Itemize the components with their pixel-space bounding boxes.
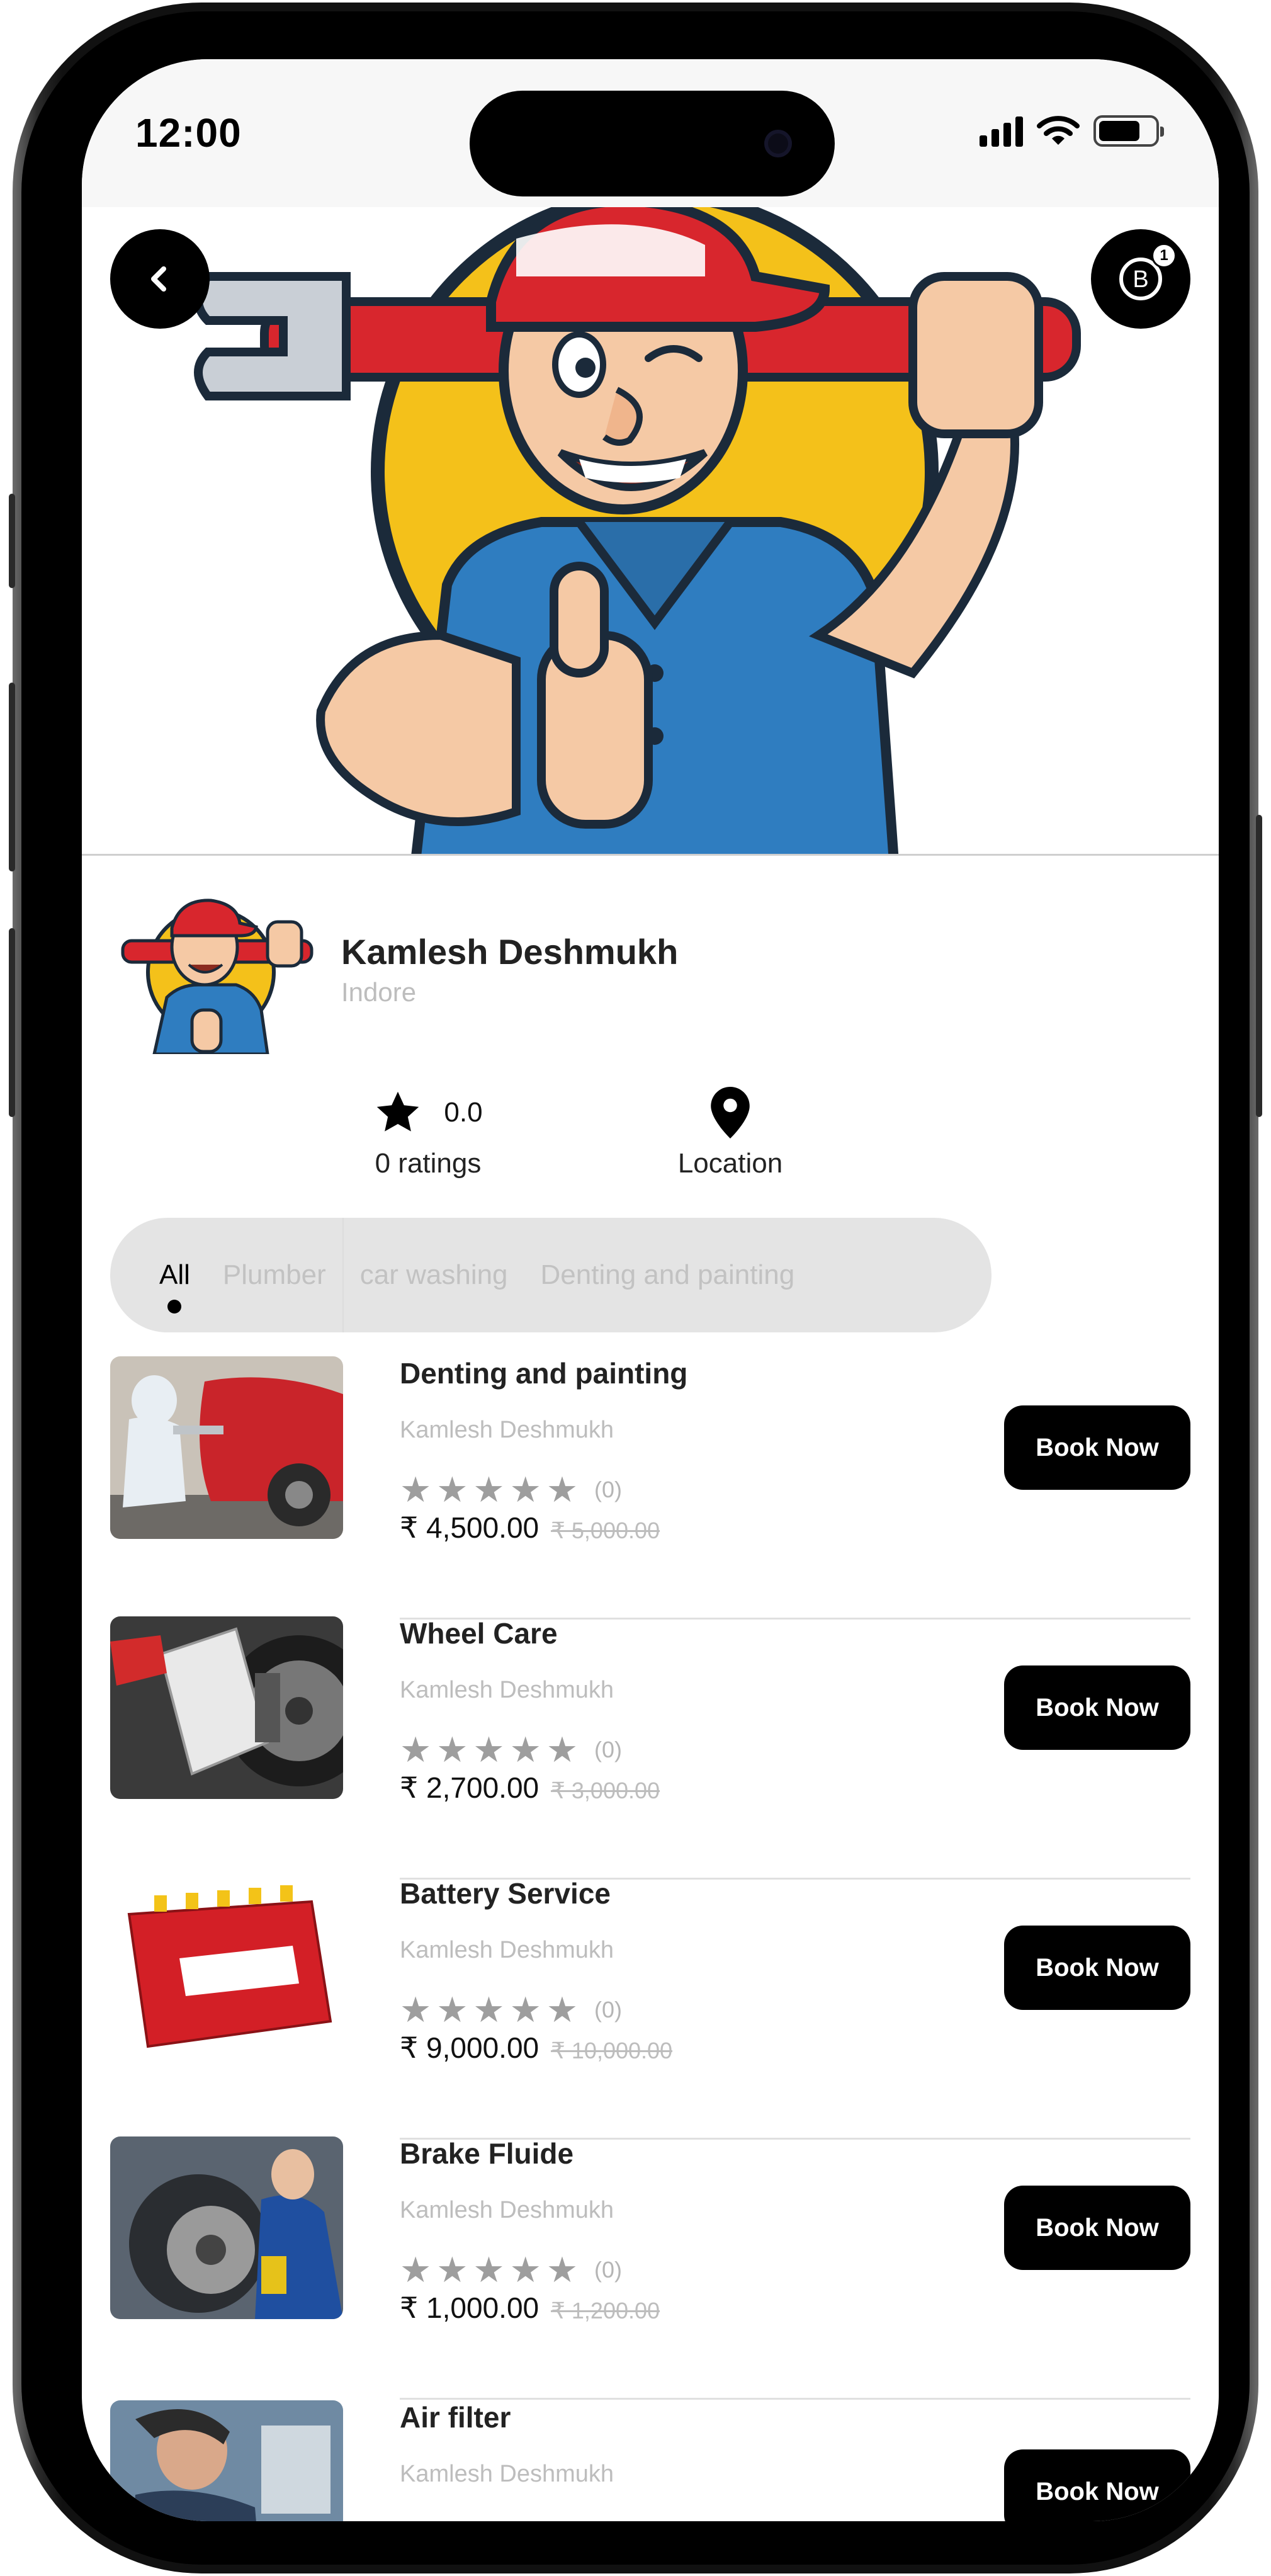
ratings-count-label: 0 ratings xyxy=(375,1148,482,1179)
service-item[interactable]: Battery Service Kamlesh Deshmukh ★ ★ ★ ★ ★ (… xyxy=(110,1876,1190,2140)
cellular-signal-icon xyxy=(980,115,1023,147)
phone-frame: 12:00 B 1 Kamlesh Deshmukh Indore 0.0 0 … xyxy=(9,3,1262,2573)
tab-denting-and-painting[interactable]: Denting and painting xyxy=(524,1259,811,1291)
book-now-button[interactable]: Book Now xyxy=(1004,2186,1190,2270)
chevron-left-icon xyxy=(151,266,166,292)
star-icon: ★ xyxy=(436,1730,468,1769)
rating-count: (0) xyxy=(594,2257,623,2283)
star-icon: ★ xyxy=(473,2250,505,2289)
wheel-alignment-image xyxy=(110,1616,343,1799)
provider-city: Indore xyxy=(341,977,417,1007)
star-icon: ★ xyxy=(436,1990,468,2029)
provider-name: Kamlesh Deshmukh xyxy=(341,932,679,972)
volume-up-button xyxy=(9,683,15,871)
book-now-button[interactable]: Book Now xyxy=(1004,1665,1190,1750)
service-title: Wheel Care xyxy=(400,1617,558,1650)
status-icons xyxy=(980,115,1164,147)
star-icon: ★ xyxy=(436,2250,468,2289)
service-title: Air filter xyxy=(400,2401,511,2434)
service-price: ₹ 9,000.00 xyxy=(400,2031,539,2064)
star-icon xyxy=(377,1091,419,1132)
service-price: ₹ 4,500.00 xyxy=(400,1511,539,1544)
app-screen: 12:00 B 1 Kamlesh Deshmukh Indore 0.0 0 … xyxy=(82,59,1219,2521)
star-icon: ★ xyxy=(473,1470,505,1509)
rating-count: (0) xyxy=(594,1477,623,1502)
svg-text:B: B xyxy=(1133,266,1148,293)
rating-count: (0) xyxy=(594,1997,623,2023)
star-icon: ★ xyxy=(546,2250,579,2289)
star-icon: ★ xyxy=(400,1990,432,2029)
tab-all[interactable]: All xyxy=(143,1259,206,1314)
star-icon: ★ xyxy=(400,1730,432,1769)
book-now-button[interactable]: Book Now xyxy=(1004,1405,1190,1490)
brake-service-image xyxy=(110,2136,343,2319)
battery-image xyxy=(110,1876,343,2059)
service-provider: Kamlesh Deshmukh xyxy=(400,1937,614,1963)
car-painting-image xyxy=(110,1356,343,1539)
service-item[interactable]: Wheel Care Kamlesh Deshmukh ★ ★ ★ ★ ★ (0) ₹ … xyxy=(110,1616,1190,1880)
location-stat[interactable]: Location xyxy=(617,1082,844,1179)
provider-avatar xyxy=(121,899,314,1054)
star-rating: ★ ★ ★ ★ ★ (0) xyxy=(400,1472,622,1507)
star-icon: ★ xyxy=(400,2250,432,2289)
hero-banner: B 1 xyxy=(82,207,1219,856)
service-original-price: ₹ 3,000.00 xyxy=(551,1778,660,1803)
star-icon: ★ xyxy=(546,1730,579,1769)
star-rating: ★ ★ ★ ★ ★ (0) xyxy=(400,1732,622,1767)
service-original-price: ₹ 1,200.00 xyxy=(551,2298,660,2324)
tab-car-washing[interactable]: car washing xyxy=(344,1259,524,1291)
tab-plumber[interactable]: Plumber xyxy=(206,1259,342,1291)
location-label: Location xyxy=(677,1148,783,1179)
service-provider: Kamlesh Deshmukh xyxy=(400,1417,614,1443)
wifi-icon xyxy=(1037,116,1080,145)
star-icon: ★ xyxy=(546,1990,579,2029)
service-title: Brake Fluide xyxy=(400,2137,574,2170)
book-now-button[interactable]: Book Now xyxy=(1004,1926,1190,2010)
star-icon: ★ xyxy=(473,1730,505,1769)
star-icon: ★ xyxy=(400,1470,432,1509)
rating-count: (0) xyxy=(594,1737,623,1762)
power-button xyxy=(1256,815,1262,1117)
star-icon: ★ xyxy=(546,1470,579,1509)
divider xyxy=(400,2398,1190,2400)
bookings-button[interactable]: B 1 xyxy=(1091,229,1190,329)
service-provider: Kamlesh Deshmukh xyxy=(400,2197,614,2223)
service-provider: Kamlesh Deshmukh xyxy=(400,1677,614,1703)
star-icon: ★ xyxy=(473,1990,505,2029)
action-button xyxy=(9,494,15,588)
service-price: ₹ 2,700.00 xyxy=(400,1771,539,1804)
category-tabs: All Plumber car washing Denting and pain… xyxy=(110,1218,991,1332)
star-icon: ★ xyxy=(509,1470,541,1509)
battery-icon xyxy=(1093,115,1164,147)
dynamic-island xyxy=(470,91,835,196)
rating-value: 0.0 xyxy=(444,1097,483,1128)
rating-stat[interactable]: 0.0 0 ratings xyxy=(324,1082,532,1179)
service-item[interactable]: Air filter Kamlesh Deshmukh Book Now xyxy=(110,2400,1190,2521)
volume-down-button xyxy=(9,928,15,1117)
location-pin-icon xyxy=(711,1087,750,1138)
star-icon: ★ xyxy=(509,1990,541,2029)
service-price: ₹ 1,000.00 xyxy=(400,2291,539,2324)
star-rating: ★ ★ ★ ★ ★ (0) xyxy=(400,1992,622,2028)
star-icon: ★ xyxy=(509,2250,541,2289)
back-button[interactable] xyxy=(110,229,210,329)
service-original-price: ₹ 5,000.00 xyxy=(551,1518,660,1543)
service-item[interactable]: Brake Fluide Kamlesh Deshmukh ★ ★ ★ ★ ★ (0) … xyxy=(110,2136,1190,2400)
status-time: 12:00 xyxy=(135,110,242,156)
service-title: Denting and painting xyxy=(400,1357,688,1390)
star-rating: ★ ★ ★ ★ ★ (0) xyxy=(400,2252,622,2288)
air-filter-image xyxy=(110,2400,343,2521)
service-item[interactable]: Denting and painting Kamlesh Deshmukh ★ ★… xyxy=(110,1356,1190,1620)
bookings-count-badge: 1 xyxy=(1151,243,1177,268)
plumber-mascot-illustration xyxy=(194,207,1081,854)
status-bar: 12:00 xyxy=(82,59,1219,207)
camera-icon xyxy=(764,130,792,157)
service-title: Battery Service xyxy=(400,1877,611,1910)
book-now-button[interactable]: Book Now xyxy=(1004,2449,1190,2521)
service-provider: Kamlesh Deshmukh xyxy=(400,2461,614,2487)
star-icon: ★ xyxy=(509,1730,541,1769)
service-original-price: ₹ 10,000.00 xyxy=(551,2038,673,2063)
star-icon: ★ xyxy=(436,1470,468,1509)
